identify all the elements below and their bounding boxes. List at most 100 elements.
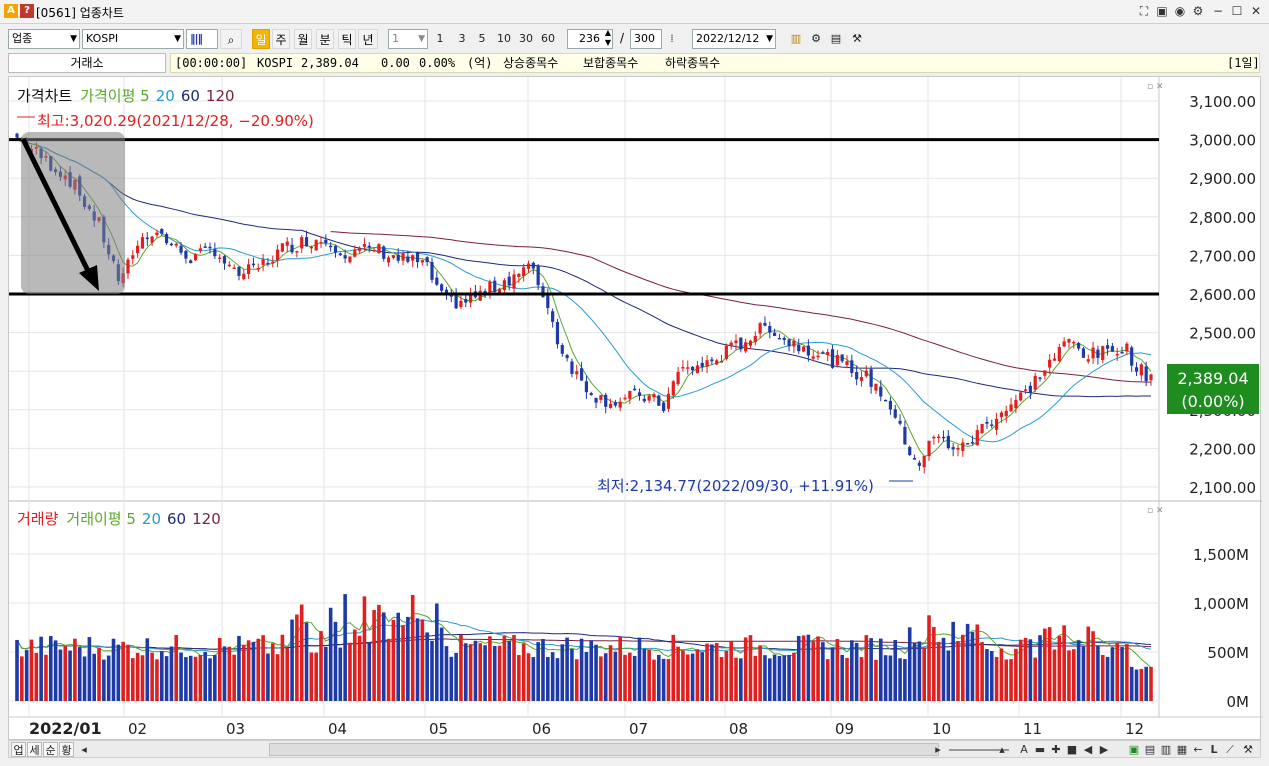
candle-body (917, 462, 921, 466)
volume-bar (758, 645, 762, 701)
info-falling: 하락종목수 (665, 56, 721, 70)
code-input[interactable]: ‖|‖ (186, 29, 218, 49)
index-select[interactable]: KOSPI ▼ (82, 29, 184, 49)
volume-bar (106, 655, 111, 701)
price-axis-label: 2,600.00 (1189, 286, 1256, 304)
settings-icon[interactable]: ⚙ (808, 29, 824, 49)
volume-bar (473, 640, 478, 701)
period-tick-button[interactable]: 틱 (338, 29, 356, 49)
save-icon[interactable]: ▣ (1154, 3, 1170, 19)
panel-restore-icon[interactable]: ▫ (1147, 82, 1153, 92)
chart-svg[interactable]: 3,100.00 3,000.00 2,900.00 2,800.00 2,700.00… (9, 77, 1262, 741)
first-icon[interactable]: ◀ (1081, 742, 1095, 757)
candle-body (801, 346, 806, 352)
panel-close-icon[interactable]: ✕ (1156, 82, 1164, 92)
zoom-in-icon[interactable]: ✚ (1049, 742, 1063, 757)
status-button-se[interactable]: 세 (27, 742, 42, 757)
save-icon[interactable]: ▤ (1143, 742, 1157, 757)
tools-icon[interactable]: ⚒ (848, 29, 866, 49)
period-week-button[interactable]: 주 (272, 29, 290, 49)
app-a-icon[interactable]: A (4, 4, 18, 18)
moving-averages (16, 137, 1152, 457)
reset-icon[interactable]: ■ (1065, 742, 1079, 757)
camera-icon[interactable]: ◉ (1172, 3, 1188, 19)
category-select[interactable]: 업종 ▼ (8, 29, 80, 49)
status-button-sun[interactable]: 순 (43, 742, 58, 757)
volume-bar (77, 647, 82, 701)
candle-body (1130, 347, 1134, 366)
adjust-icon[interactable]: ⁞ (664, 29, 680, 49)
slider-handle-icon[interactable]: ▴ (995, 742, 1009, 757)
panel-restore-icon[interactable]: ▫ (1147, 506, 1153, 516)
interval-5-button[interactable]: 5 (474, 29, 490, 49)
excel-icon[interactable]: ▣ (1127, 742, 1141, 757)
volume-bar (1043, 628, 1047, 701)
period-minute-button[interactable]: 분 (316, 29, 334, 49)
period-year-button[interactable]: 년 (358, 29, 378, 49)
candles (15, 132, 1153, 474)
scroll-left-icon[interactable]: ◂ (77, 742, 91, 757)
chart-area[interactable]: 3,100.00 3,000.00 2,900.00 2,800.00 2,700.00… (8, 76, 1262, 741)
back-icon[interactable]: ← (1191, 742, 1205, 757)
zoom-out-icon[interactable]: ▬ (1033, 742, 1047, 757)
grid-icon[interactable]: ▦ (1175, 742, 1189, 757)
volume-bar (328, 607, 333, 701)
candle-body (256, 268, 260, 270)
period-day-button[interactable]: 일 (252, 29, 270, 49)
last-icon[interactable]: ▶ (1097, 742, 1111, 757)
horizontal-scrollbar[interactable] (269, 743, 939, 756)
volume-bar (888, 655, 893, 701)
chart-icon[interactable]: ▥ (788, 29, 804, 49)
status-button-hwang[interactable]: 황 (59, 742, 74, 757)
interval-60-button[interactable]: 60 (538, 29, 558, 49)
volume-bar (164, 656, 169, 701)
candle-body (874, 383, 878, 391)
line-tool-icon[interactable]: ⟋ (1223, 742, 1237, 757)
volume-bar (58, 649, 63, 701)
candle-body (237, 266, 241, 276)
period-month-button[interactable]: 월 (294, 29, 312, 49)
volume-bar (179, 652, 183, 701)
volume-bar (599, 656, 603, 701)
candle-body (797, 344, 801, 352)
font-size-a[interactable]: A (1017, 742, 1031, 757)
volume-bar (386, 638, 391, 701)
interval-30-button[interactable]: 30 (516, 29, 536, 49)
panel-close-icon[interactable]: ✕ (1156, 506, 1164, 516)
minimize-button[interactable]: − (1210, 3, 1226, 19)
count-input[interactable]: 236 ▲ ▼ (567, 28, 613, 49)
volume-bar (661, 658, 666, 701)
candle-body (676, 371, 680, 385)
volume-bar (695, 649, 700, 701)
interval-3-button[interactable]: 3 (454, 29, 470, 49)
tools-icon[interactable]: ⚒ (1241, 742, 1255, 757)
print-icon[interactable]: ▤ (828, 29, 844, 49)
candle-body (695, 365, 699, 374)
chart-view-icon[interactable]: ▥ (1159, 742, 1173, 757)
volume-bar (787, 654, 791, 701)
interval-1-button[interactable]: 1 (432, 29, 448, 49)
volume-bar (1033, 657, 1037, 701)
candle-body (275, 249, 280, 261)
legend-vol-ma5: 거래이평 5 (66, 510, 136, 528)
candle-body (1101, 346, 1105, 360)
chevron-down-icon: ▼ (174, 34, 181, 44)
candle-body (970, 442, 975, 444)
candle-body (198, 248, 202, 251)
interval-10-button[interactable]: 10 (494, 29, 514, 49)
search-button[interactable]: ⌕ (220, 29, 242, 49)
log-scale-l[interactable]: L (1207, 742, 1221, 757)
candle-body (898, 420, 902, 424)
scroll-right-icon[interactable]: ▸ (931, 742, 945, 757)
candle-body (208, 246, 212, 249)
status-button-up[interactable]: 업 (11, 742, 26, 757)
candle-body (792, 340, 796, 347)
settings-icon[interactable]: ⚙ (1190, 3, 1206, 19)
unit-select[interactable]: 1 ▼ (388, 29, 428, 49)
maximize-button[interactable]: ☐ (1229, 3, 1245, 19)
link-icon[interactable]: ⛶ (1136, 3, 1152, 19)
date-select[interactable]: 2022/12/12 ▼ (692, 29, 776, 49)
help-icon[interactable]: ? (20, 4, 34, 18)
close-button[interactable]: ✕ (1248, 3, 1264, 19)
count-total-input[interactable]: 300 (630, 29, 662, 49)
